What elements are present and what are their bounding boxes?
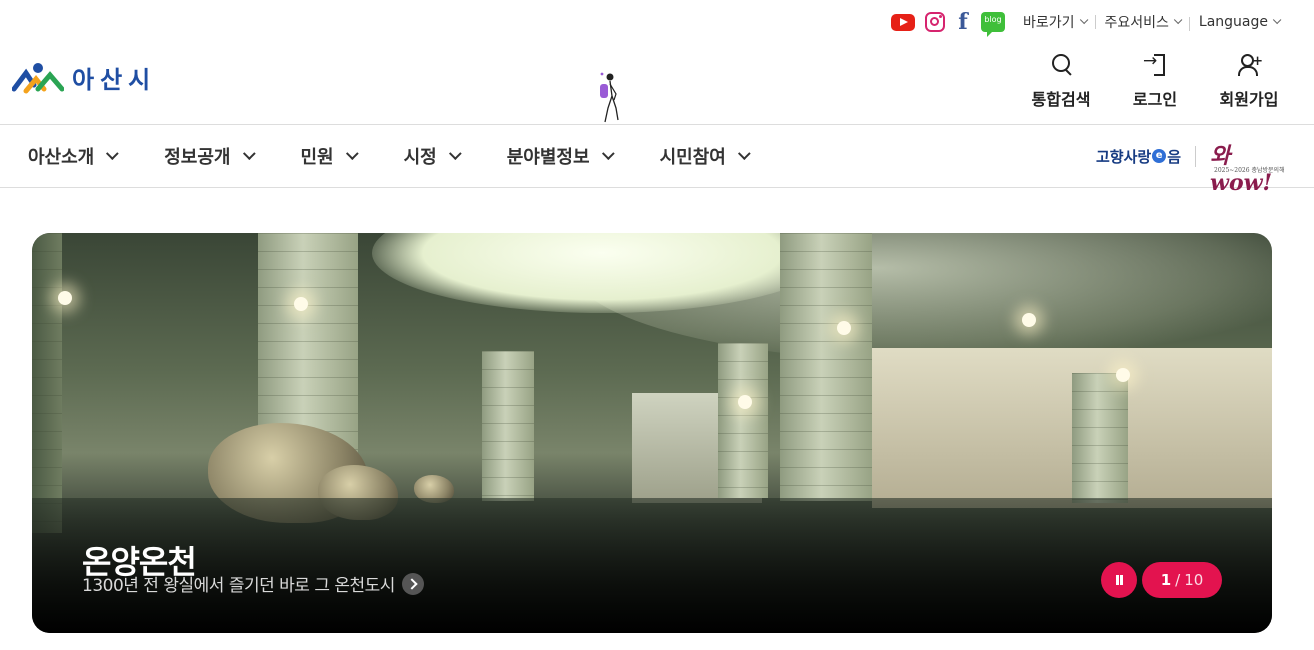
chevron-down-icon	[601, 146, 615, 160]
login-label: 로그인	[1132, 90, 1178, 109]
facebook-icon[interactable]: f	[955, 11, 971, 33]
nav-item-label: 아산소개	[28, 147, 95, 168]
nav-item-label: 정보공개	[164, 147, 231, 168]
nav-item-label: 분야별정보	[506, 147, 590, 168]
add-user-icon: +	[1237, 52, 1263, 76]
services-label: 주요서비스	[1104, 15, 1169, 31]
mascot-hiker-icon	[600, 72, 619, 123]
search-icon	[1049, 52, 1073, 76]
hero-subtitle-link[interactable]: 1300년 전 왕실에서 즐기던 바로 그 온천도시	[82, 571, 424, 596]
search-button[interactable]: 통합검색	[1030, 52, 1092, 110]
language-dropdown[interactable]: Language	[1188, 14, 1288, 31]
slide-total: 10	[1184, 571, 1204, 589]
logo-mark-icon	[12, 62, 64, 93]
language-label: Language	[1198, 14, 1268, 30]
signup-button[interactable]: + 회원가입	[1218, 52, 1280, 110]
nav-item-label: 민원	[300, 147, 334, 168]
nav-item-fields[interactable]: 분야별정보	[506, 143, 615, 169]
login-icon	[1143, 51, 1167, 76]
nav-item-label: 시민참여	[659, 147, 726, 168]
nav-item-about[interactable]: 아산소개	[28, 143, 119, 169]
chevron-down-icon	[1272, 15, 1282, 25]
main-nav-list: 아산소개 정보공개 민원 시정 분야별정보 시민참여	[28, 125, 796, 187]
chevron-down-icon	[737, 146, 751, 160]
shortcut-dropdown[interactable]: 바로가기	[1013, 12, 1095, 32]
site-logo[interactable]: 아산시	[12, 60, 156, 95]
chevron-down-icon	[448, 146, 462, 160]
logo-text: 아산시	[72, 66, 157, 94]
slide-current: 1	[1160, 571, 1172, 589]
shortcut-label: 바로가기	[1022, 15, 1075, 31]
search-label: 통합검색	[1031, 90, 1091, 109]
campaign-logo[interactable]: 와wow! 2025~2026 충남방문의해	[1210, 138, 1292, 196]
utility-bar: f blog 바로가기 주요서비스 Language	[890, 8, 1288, 37]
blog-icon[interactable]: blog	[980, 12, 1005, 37]
nav-item-info[interactable]: 정보공개	[164, 143, 256, 169]
signup-label: 회원가입	[1219, 90, 1279, 109]
chevron-down-icon	[1079, 15, 1088, 25]
pause-button[interactable]	[1101, 562, 1137, 598]
youtube-icon[interactable]	[890, 13, 915, 31]
instagram-icon[interactable]	[924, 12, 945, 32]
chevron-down-icon	[1173, 15, 1183, 25]
hero-slider[interactable]: 온양온천 1300년 전 왕실에서 즐기던 바로 그 온천도시 1 / 10	[32, 233, 1272, 633]
nav-item-participation[interactable]: 시민참여	[659, 143, 751, 169]
slide-separator: /	[1175, 571, 1181, 589]
sns-links: f blog	[890, 11, 1005, 37]
hero-subtitle: 1300년 전 왕실에서 즐기던 바로 그 온천도시	[82, 576, 395, 596]
services-dropdown[interactable]: 주요서비스	[1094, 12, 1189, 32]
nav-item-label: 시정	[403, 147, 437, 168]
chevron-down-icon	[242, 146, 256, 160]
login-button[interactable]: 로그인	[1124, 51, 1186, 110]
chevron-right-icon[interactable]	[401, 572, 424, 595]
nav-item-admin[interactable]: 시정	[403, 143, 462, 169]
chevron-down-icon	[106, 146, 119, 160]
slide-counter: 1 / 10	[1142, 562, 1222, 598]
partner-logos: 고향사랑 e 음 와wow! 2025~2026 충남방문의해	[1096, 137, 1292, 196]
header-actions: 통합검색 로그인 + 회원가입	[1030, 51, 1280, 110]
chevron-down-icon	[345, 146, 359, 160]
nav-item-civil[interactable]: 민원	[300, 143, 359, 169]
gohyang-love-logo[interactable]: 고향사랑 e 음	[1096, 145, 1196, 167]
main-nav: 아산소개 정보공개 민원 시정 분야별정보 시민참여 고향사랑 e 음 와wow! …	[0, 124, 1314, 196]
